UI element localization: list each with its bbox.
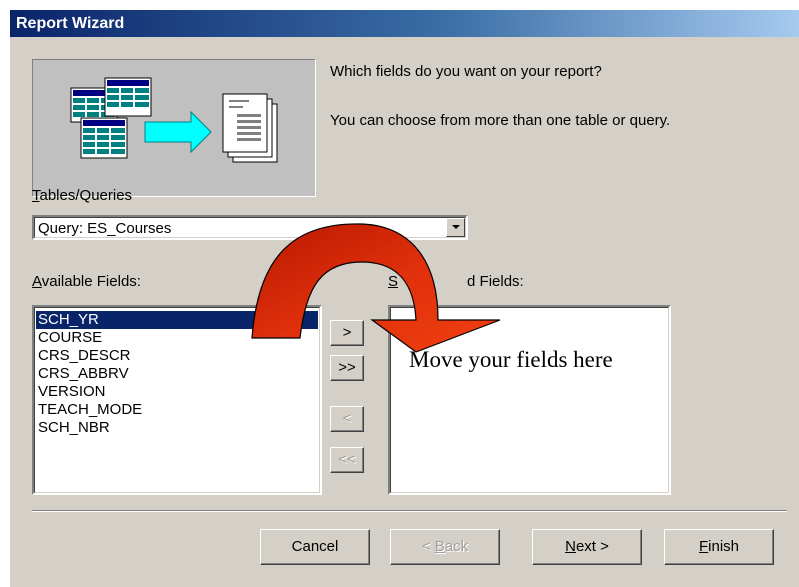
- curved-arrow-shape: [251, 223, 501, 353]
- curved-arrow-icon: [251, 223, 501, 353]
- annotation-text: Move your fields here: [409, 347, 613, 372]
